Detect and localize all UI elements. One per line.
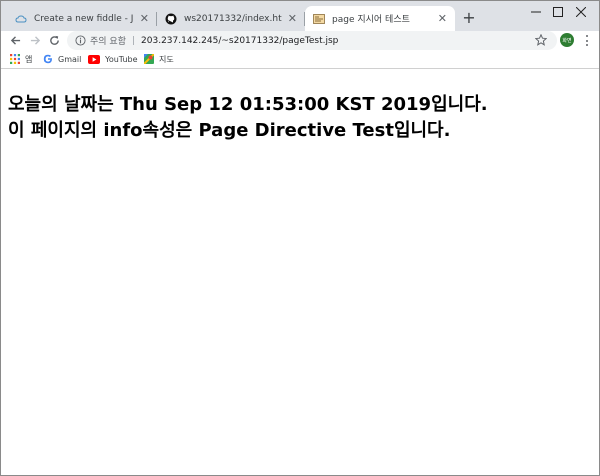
close-tab-icon[interactable]: ✕ — [140, 12, 149, 25]
menu-dot — [586, 39, 588, 42]
date-message: 오늘의 날짜는 Thu Sep 12 01:53:00 KST 2019입니다. — [8, 94, 488, 115]
more-menu-button[interactable] — [581, 33, 593, 48]
profile-avatar[interactable]: 화면 — [560, 33, 574, 47]
page-favicon — [313, 13, 325, 24]
star-icon[interactable] — [535, 34, 547, 46]
divider: | — [131, 35, 136, 46]
close-window-button[interactable] — [561, 1, 599, 23]
bookmark-label: 앱 — [25, 54, 33, 64]
reload-button[interactable] — [45, 31, 63, 50]
bookmark-youtube[interactable]: YouTube — [88, 50, 138, 68]
back-button[interactable] — [6, 31, 24, 50]
jsfiddle-cloud-icon — [15, 14, 27, 22]
menu-dot — [586, 44, 588, 46]
page-content: 오늘의 날짜는 Thu Sep 12 01:53:00 KST 2019입니다.… — [1, 69, 599, 475]
tab-page-test[interactable]: page 지시어 테스트 ✕ — [305, 6, 455, 31]
bookmark-label: YouTube — [105, 54, 138, 64]
tab-title: ws20171332/index.html at mast — [184, 13, 282, 24]
close-icon — [576, 7, 586, 17]
github-icon — [165, 13, 177, 24]
menu-dot — [586, 35, 588, 37]
tab-jsfiddle[interactable]: Create a new fiddle - JSFiddle ✕ — [7, 6, 157, 31]
close-tab-icon[interactable]: ✕ — [288, 12, 297, 25]
info-attribute-message: 이 페이지의 info속성은 Page Directive Test입니다. — [8, 120, 451, 141]
apps-grid-icon — [10, 54, 20, 64]
reload-icon — [49, 35, 59, 45]
url-text[interactable]: 203.237.142.245/~s20171332/pageTest.jsp — [141, 36, 338, 46]
tab-title: Create a new fiddle - JSFiddle — [34, 13, 134, 24]
address-bar[interactable]: 주의 요함 | 203.237.142.245/~s20171332/pageT… — [67, 31, 557, 50]
maps-icon — [144, 54, 154, 64]
bookmark-label: Gmail — [58, 54, 82, 64]
browser-window: Create a new fiddle - JSFiddle ✕ ws20171… — [0, 0, 600, 476]
arrow-right-icon — [30, 36, 40, 45]
bookmark-label: 지도 — [159, 54, 174, 64]
bookmark-gmail[interactable]: Gmail — [43, 50, 81, 68]
info-icon[interactable] — [75, 35, 86, 46]
arrow-left-icon — [10, 36, 20, 45]
tab-github[interactable]: ws20171332/index.html at mast ✕ — [157, 6, 305, 31]
close-tab-icon[interactable]: ✕ — [438, 12, 447, 25]
bookmark-apps[interactable]: 앱 — [10, 50, 32, 68]
bookmark-maps[interactable]: 지도 — [144, 50, 174, 68]
new-tab-button[interactable]: + — [459, 8, 479, 28]
toolbar: 주의 요함 | 203.237.142.245/~s20171332/pageT… — [1, 31, 599, 50]
forward-button[interactable] — [26, 31, 44, 50]
tab-title: page 지시어 테스트 — [332, 15, 410, 25]
youtube-icon — [88, 54, 100, 64]
google-icon — [43, 54, 53, 64]
bookmarks-bar: 앱 Gmail YouTube 지도 — [1, 50, 599, 69]
security-status: 주의 요함 — [90, 37, 126, 47]
tab-strip: Create a new fiddle - JSFiddle ✕ ws20171… — [1, 1, 599, 31]
